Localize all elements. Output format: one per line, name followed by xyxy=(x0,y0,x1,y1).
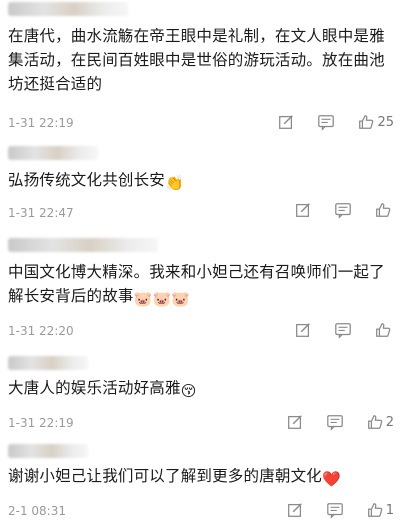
comment-text-body: 在唐代，曲水流觞在帝王眼中是礼制，在文人眼中是雅集活动，在民间百姓眼中是世俗的游… xyxy=(8,27,385,93)
edit-icon[interactable] xyxy=(294,200,334,220)
comment-text-body: 中国文化博大精深。我来和小妲己还有召唤师们一起了解长安背后的故事 xyxy=(8,263,385,305)
clapping-emoji: 👏 xyxy=(165,174,184,192)
kissing-face-emoji: 😚 xyxy=(180,382,197,400)
comment-feed: 在唐代，曲水流觞在帝王眼中是礼制，在文人眼中是雅集活动，在民间百姓眼中是世俗的游… xyxy=(0,0,400,526)
comment-time: 1-31 22:47 xyxy=(8,206,74,220)
comment-reply-icon[interactable] xyxy=(326,500,366,520)
edit-icon[interactable] xyxy=(294,320,334,340)
like-button[interactable]: 2 xyxy=(366,413,394,431)
comment-text-body: 弘扬传统文化共创长安 xyxy=(8,171,166,189)
comment-text: 在唐代，曲水流觞在帝王眼中是礼制，在文人眼中是雅集活动，在民间百姓眼中是世俗的游… xyxy=(8,24,390,96)
comment-text-body: 谢谢小妲己让我们可以了解到更多的唐朝文化 xyxy=(8,467,323,485)
edit-icon[interactable] xyxy=(286,500,326,520)
edit-icon[interactable] xyxy=(286,412,326,432)
comment-text: 谢谢小妲己让我们可以了解到更多的唐朝文化❤️ xyxy=(8,464,390,491)
comment-time: 1-31 22:19 xyxy=(8,416,74,430)
comment-text: 大唐人的娱乐活动好高雅😚 xyxy=(8,376,390,403)
comment-reply-icon[interactable] xyxy=(326,412,366,432)
blurred-username xyxy=(8,2,128,16)
blurred-username xyxy=(8,444,88,458)
like-count: 2 xyxy=(385,414,394,430)
blurred-username xyxy=(8,356,88,370)
comment-reply-icon[interactable] xyxy=(334,320,374,340)
comment-text: 中国文化博大精深。我来和小妲己还有召唤师们一起了解长安背后的故事🐷🐷🐷 xyxy=(8,260,390,311)
blurred-username xyxy=(8,146,98,160)
red-heart-emoji: ❤️ xyxy=(322,470,341,488)
edit-icon[interactable] xyxy=(277,112,317,132)
comment-time: 2-1 08:31 xyxy=(8,504,66,518)
thumbs-up-icon xyxy=(367,415,382,429)
thumbs-up-icon xyxy=(376,203,391,217)
like-button[interactable] xyxy=(374,321,394,339)
like-button[interactable]: 1 xyxy=(366,501,394,519)
comment-text: 弘扬传统文化共创长安👏 xyxy=(8,168,390,195)
thumbs-up-icon xyxy=(376,323,391,337)
like-count: 1 xyxy=(385,502,394,518)
thumbs-up-icon xyxy=(367,503,382,517)
like-button[interactable]: 25 xyxy=(357,113,394,131)
comment-text-body: 大唐人的娱乐活动好高雅 xyxy=(8,379,181,397)
comment-time: 1-31 22:19 xyxy=(8,116,74,130)
comment-time: 1-31 22:20 xyxy=(8,324,74,338)
blurred-username xyxy=(8,238,158,252)
thumbs-up-icon xyxy=(359,115,374,129)
comment-reply-icon[interactable] xyxy=(334,200,374,220)
comment-reply-icon[interactable] xyxy=(317,112,357,132)
pig-emoji: 🐷🐷🐷 xyxy=(133,290,191,308)
like-button[interactable] xyxy=(374,201,394,219)
like-count: 25 xyxy=(377,114,394,130)
